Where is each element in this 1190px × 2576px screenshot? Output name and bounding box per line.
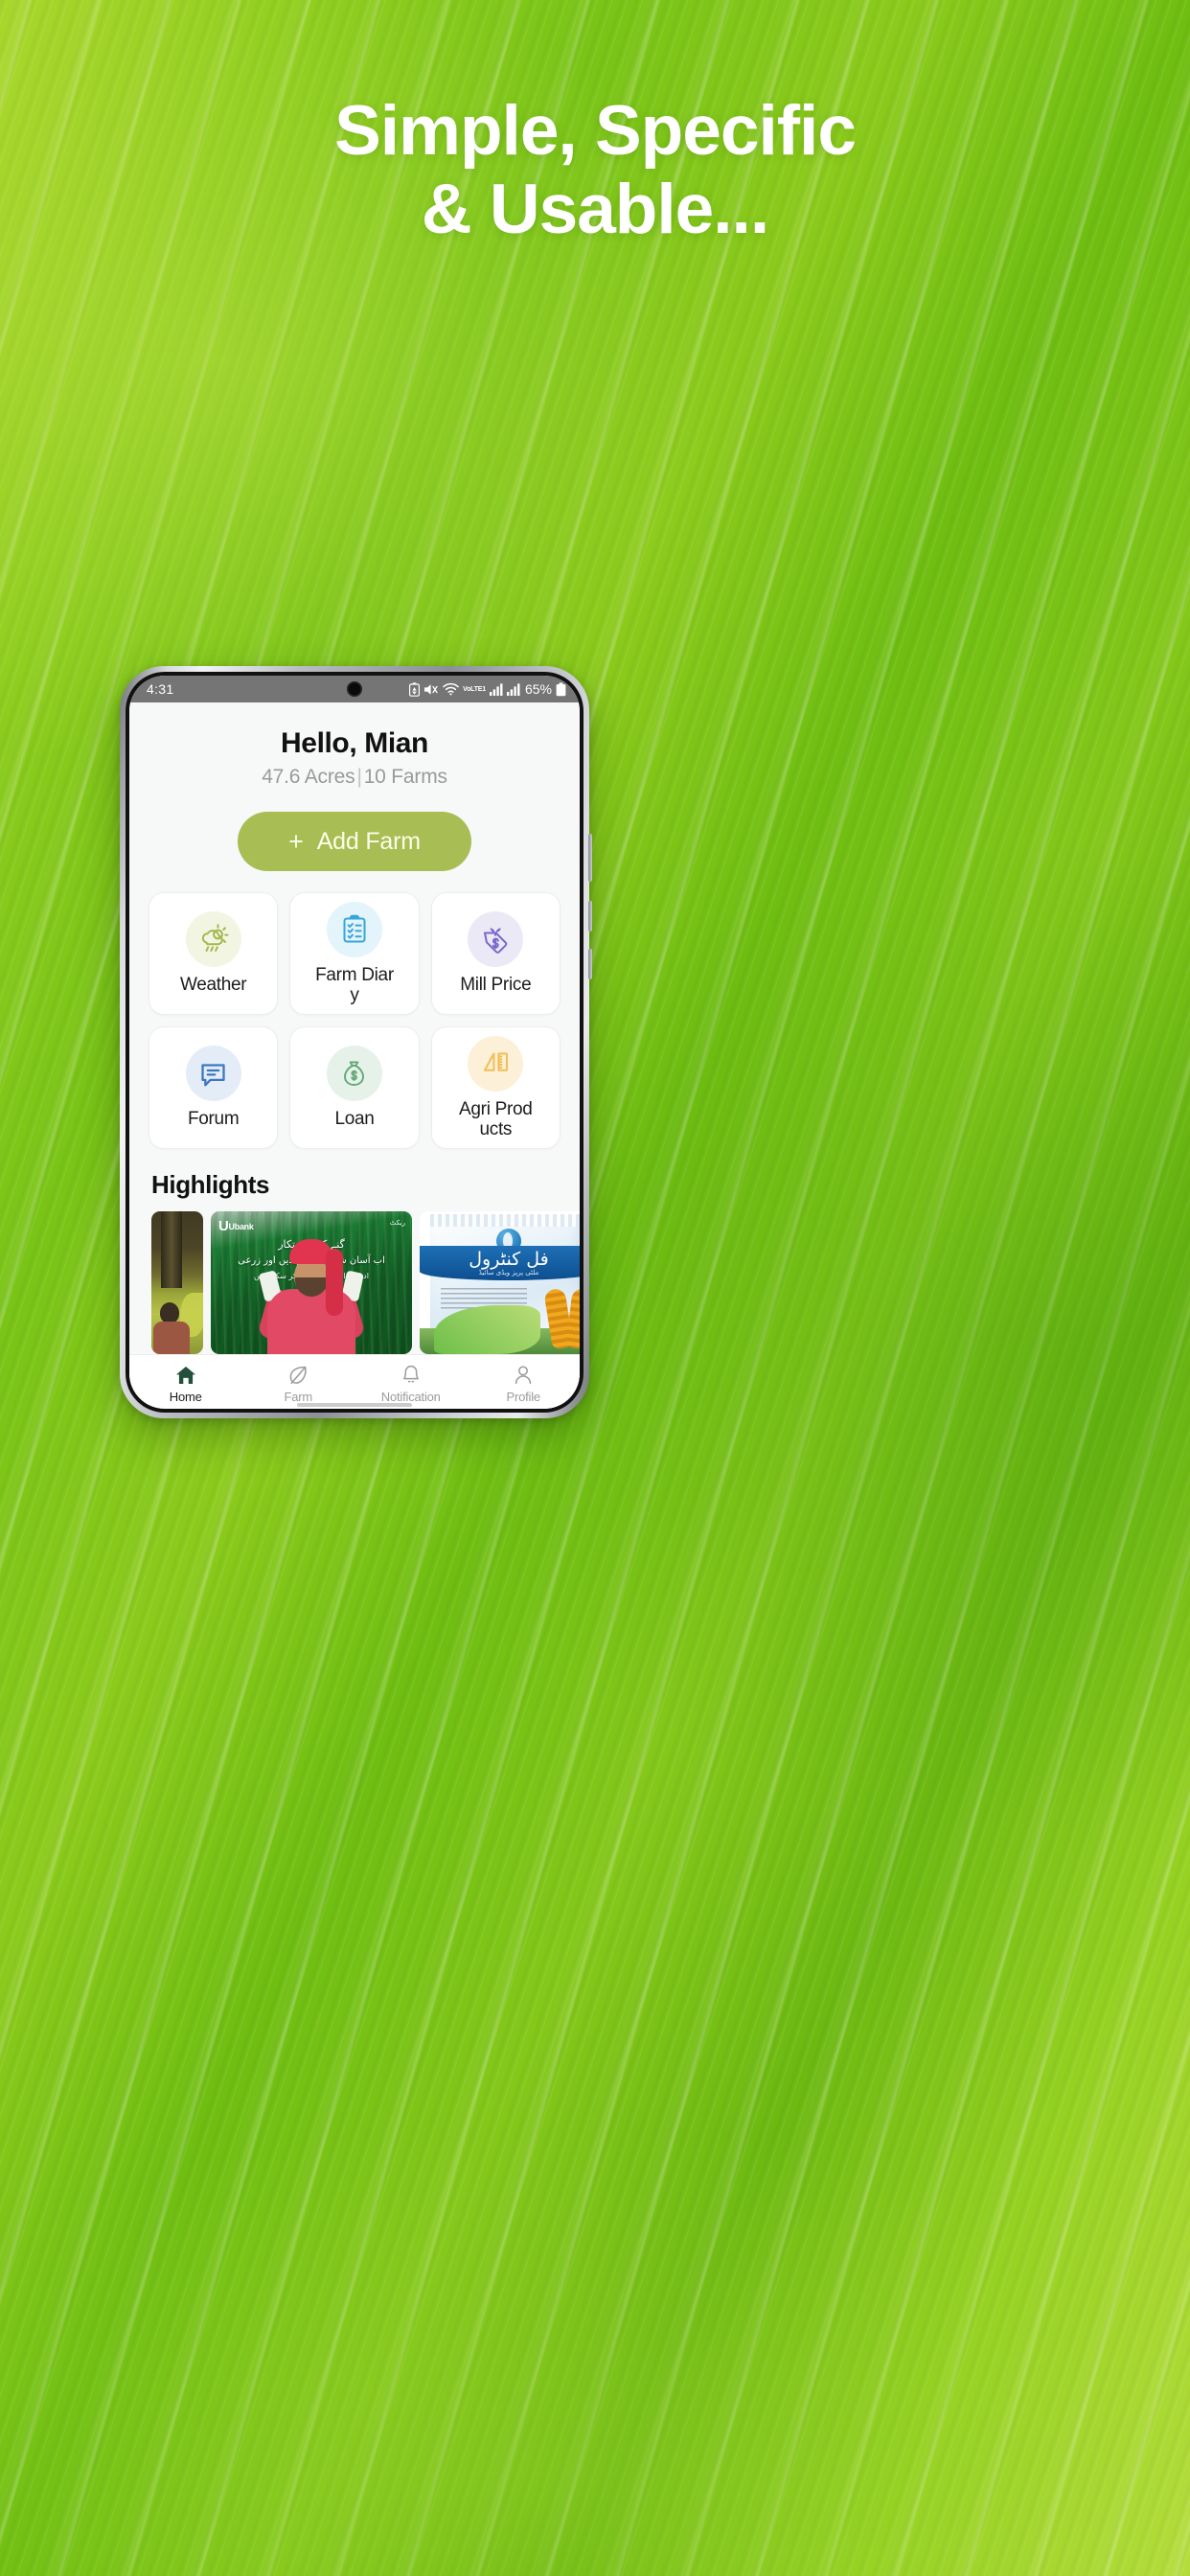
tile-label: Mill Price — [460, 975, 532, 996]
phone-bezel: 4:31 VoLTE1 65% Hello, Mian 47.6 Acres|1… — [126, 672, 584, 1413]
nav-label: Profile — [506, 1390, 541, 1404]
farms-value: 10 Farms — [363, 766, 447, 788]
phone-mockup: 4:31 VoLTE1 65% Hello, Mian 47.6 Acres|1… — [120, 666, 592, 1418]
person-icon — [515, 1366, 532, 1385]
bag-crimp-seal — [430, 1213, 580, 1228]
ruler-triangle-icon — [483, 1052, 508, 1072]
ubank-mark: U — [218, 1218, 229, 1234]
tile-weather[interactable]: Weather — [149, 892, 279, 1015]
agri-products-icon-circle — [468, 1035, 524, 1092]
feature-tiles-grid: Weather Farm Diary Mill Price Forum Loan… — [129, 892, 580, 1149]
acres-value: 47.6 Acres — [262, 766, 355, 788]
add-farm-button[interactable]: + Add Farm — [238, 812, 471, 871]
tile-forum[interactable]: Forum — [149, 1026, 279, 1149]
farm-photo-artwork — [151, 1211, 203, 1354]
tile-farm-diary[interactable]: Farm Diary — [289, 892, 420, 1015]
full-control-artwork: فل کنٹرول ملٹی پرپز ویڈی سائیڈ — [420, 1211, 580, 1354]
boy-head — [160, 1302, 179, 1323]
power-button[interactable] — [588, 834, 592, 882]
farmer-turban — [289, 1239, 343, 1316]
wifi-icon — [443, 682, 459, 696]
forum-icon-circle — [185, 1046, 241, 1102]
highlight-card-ubank-ad[interactable]: UUbank ریکٹ گنے کے کاشتکار اب آسان شرائط… — [211, 1211, 412, 1354]
ubank-logo: UUbank — [218, 1218, 254, 1234]
money-bag-icon — [344, 1061, 365, 1086]
add-farm-label: Add Farm — [316, 827, 421, 855]
bell-icon — [402, 1365, 419, 1383]
front-camera-punchhole — [347, 681, 362, 697]
nav-item-home[interactable]: Home — [129, 1364, 242, 1404]
battery-percent-label: 65% — [524, 681, 552, 697]
bottom-navigation: Home Farm Notification Profile — [129, 1354, 580, 1409]
clipboard-checklist-icon — [343, 914, 366, 943]
price-tag-leaf-dollar-icon — [484, 928, 508, 954]
battery-saver-icon — [409, 681, 421, 697]
tile-label: Agri Products — [459, 1098, 533, 1139]
home-icon — [175, 1367, 195, 1384]
tile-label: Weather — [179, 975, 247, 996]
tile-label: Forum — [187, 1109, 240, 1130]
ubank-wordmark: Ubank — [228, 1222, 254, 1231]
chat-bubble-icon — [201, 1064, 225, 1087]
volte-icon: VoLTE1 — [463, 685, 486, 693]
nav-item-notification[interactable]: Notification — [355, 1364, 468, 1404]
boy-body — [153, 1322, 190, 1354]
farmer-figure — [257, 1235, 366, 1354]
nav-item-farm[interactable]: Farm — [242, 1364, 355, 1404]
mill-price-icon-circle — [468, 911, 524, 968]
weather-sun-cloud-rain-icon — [201, 924, 229, 953]
poster-headline: Simple, Specific & Usable... — [0, 92, 1190, 249]
farm-summary: 47.6 Acres|10 Farms — [129, 766, 580, 789]
farm-diary-icon-circle — [326, 901, 382, 957]
app-content: Hello, Mian 47.6 Acres|10 Farms + Add Fa… — [129, 702, 580, 1409]
plus-icon: + — [288, 826, 304, 856]
nav-label: Notification — [380, 1390, 441, 1404]
status-bar-time: 4:31 — [147, 681, 174, 697]
add-farm-section: + Add Farm — [129, 812, 580, 871]
status-bar: 4:31 VoLTE1 65% — [129, 676, 580, 702]
nav-label: Farm — [284, 1390, 313, 1404]
highlights-carousel[interactable]: UUbank ریکٹ گنے کے کاشتکار اب آسان شرائط… — [129, 1211, 580, 1354]
highlight-card-farm-photo[interactable] — [151, 1211, 203, 1354]
phone-screen: 4:31 VoLTE1 65% Hello, Mian 47.6 Acres|1… — [129, 676, 580, 1409]
home-indicator — [297, 1403, 412, 1407]
tile-mill-price[interactable]: Mill Price — [430, 892, 561, 1015]
status-bar-icons: VoLTE1 65% — [409, 681, 566, 697]
tile-label: Farm Diary — [315, 964, 394, 1005]
tile-loan[interactable]: Loan — [289, 1026, 420, 1149]
greeting-section: Hello, Mian 47.6 Acres|10 Farms — [129, 702, 580, 789]
nav-label: Home — [169, 1390, 202, 1404]
tree-trunk — [161, 1211, 182, 1289]
highlights-title: Highlights — [151, 1170, 270, 1199]
product-subtitle: ملٹی پرپز ویڈی سائیڈ — [478, 1268, 539, 1276]
product-name-band: فل کنٹرول ملٹی پرپز ویڈی سائیڈ — [420, 1245, 580, 1280]
tile-agri-products[interactable]: Agri Products — [430, 1026, 561, 1149]
tile-label: Loan — [334, 1109, 375, 1130]
ubank-ad-artwork: UUbank ریکٹ گنے کے کاشتکار اب آسان شرائط… — [211, 1211, 412, 1354]
headline-line-1: Simple, Specific — [334, 92, 857, 170]
signal-bars-icon — [489, 682, 503, 696]
nav-item-profile[interactable]: Profile — [468, 1364, 581, 1404]
battery-icon — [556, 681, 566, 697]
partner-logo: ریکٹ — [389, 1220, 405, 1227]
product-name: فل کنٹرول — [469, 1248, 549, 1270]
volume-up-button[interactable] — [588, 901, 592, 932]
loan-icon-circle — [326, 1046, 382, 1102]
summary-divider: | — [356, 766, 362, 788]
headline-line-2: & Usable... — [421, 170, 769, 248]
weather-icon-circle — [185, 911, 241, 968]
mute-icon — [423, 682, 439, 697]
highlight-card-full-control[interactable]: فل کنٹرول ملٹی پرپز ویڈی سائیڈ — [420, 1211, 580, 1354]
signal-bars-icon — [506, 682, 520, 696]
volume-down-button[interactable] — [588, 949, 592, 979]
leaf-icon — [289, 1366, 307, 1385]
greeting-title: Hello, Mian — [281, 727, 428, 759]
